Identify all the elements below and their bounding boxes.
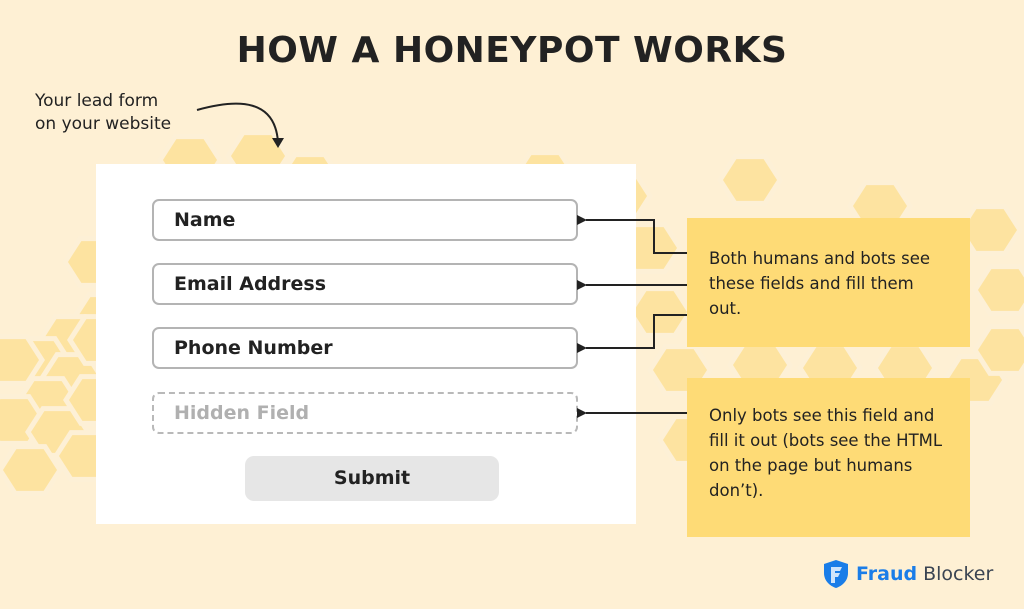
honeycomb-cell — [0, 444, 63, 496]
note-hidden-field: Only bots see this field and fill it out… — [687, 378, 970, 537]
honeycomb-cell — [717, 154, 783, 206]
phone-number-field[interactable]: Phone Number — [152, 327, 578, 369]
name-field[interactable]: Name — [152, 199, 578, 241]
shield-f-icon — [824, 560, 848, 588]
page-title: HOW A HONEYPOT WORKS — [236, 30, 788, 71]
honeycomb-cell — [627, 286, 693, 338]
brand-name-bold: Fraud — [856, 563, 918, 585]
form-caption: Your lead form on your website — [35, 91, 172, 134]
brand-logo: Fraud Blocker — [822, 559, 993, 589]
note-visible-fields: Both humans and bots see these fields an… — [687, 218, 970, 347]
hidden-honeypot-field[interactable]: Hidden Field — [152, 392, 578, 434]
honeycomb-cell — [972, 264, 1024, 316]
submit-button[interactable]: Submit — [245, 456, 499, 501]
email-address-field[interactable]: Email Address — [152, 263, 578, 305]
lead-form: Name Email Address Phone Number Hidden F… — [96, 164, 636, 524]
brand-name-regular: Blocker — [923, 563, 994, 585]
